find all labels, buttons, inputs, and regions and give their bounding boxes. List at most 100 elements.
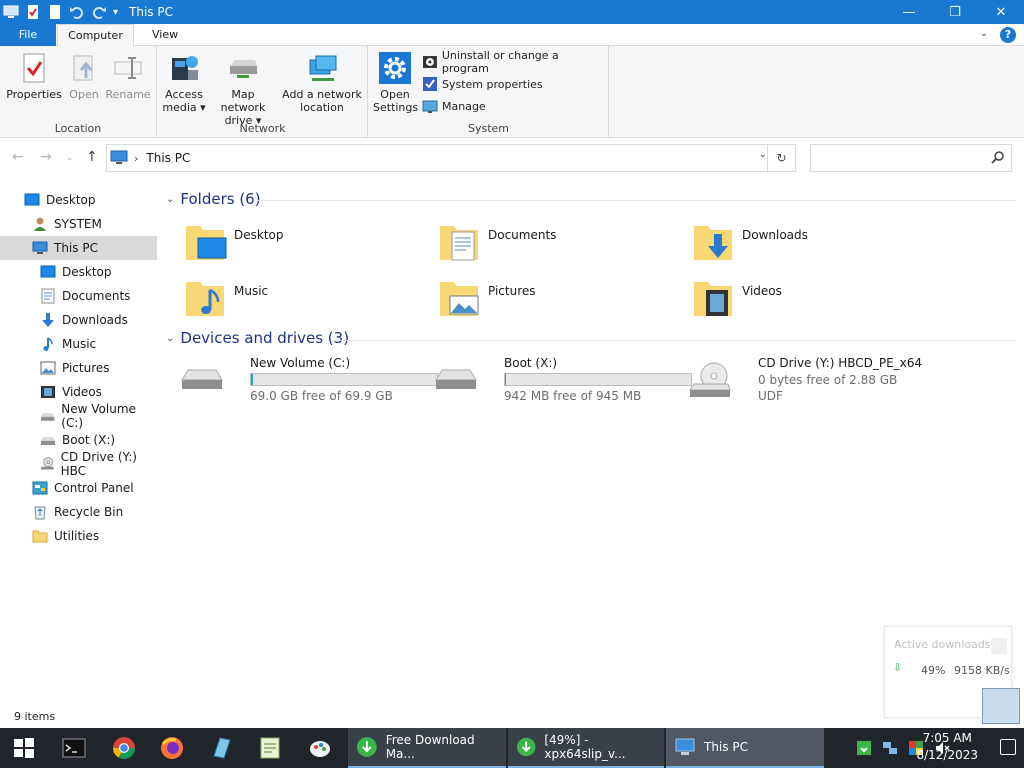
taskbar-clock[interactable]: 7:05 AM 8/12/2023 <box>916 730 978 764</box>
access-media-button[interactable]: Access media ▾ <box>162 52 206 114</box>
nav-system[interactable]: SYSTEM <box>0 212 157 236</box>
drive-free-space: 942 MB free of 945 MB <box>504 389 642 403</box>
close-icon: ✕ <box>995 4 1007 20</box>
folder-videos[interactable]: Videos <box>692 276 942 324</box>
taskbar-free-download-manager[interactable]: Free Download Ma... <box>348 728 506 768</box>
minimize-button[interactable]: — <box>886 0 932 24</box>
nav-control-panel[interactable]: Control Panel <box>0 476 157 500</box>
customize-toolbar-icon[interactable]: ▾ <box>113 7 118 18</box>
nav-label: Recycle Bin <box>54 505 124 519</box>
map-network-drive-button[interactable]: Map network drive ▾ <box>208 52 278 127</box>
forward-button[interactable]: → <box>40 149 52 165</box>
documents-folder-icon <box>440 226 478 261</box>
nav-documents[interactable]: Documents <box>0 284 157 308</box>
nav-label: Desktop <box>62 265 112 279</box>
properties-icon <box>23 53 45 83</box>
properties-button[interactable]: Properties <box>6 52 62 101</box>
breadcrumb-this-pc[interactable]: This PC <box>146 151 190 165</box>
tab-file[interactable]: File <box>0 24 56 46</box>
app-icon[interactable] <box>210 736 234 760</box>
nav-drive-c[interactable]: New Volume (C:) <box>0 402 157 430</box>
nav-desktop-root[interactable]: Desktop <box>0 188 157 212</box>
fdm-icon <box>356 737 377 757</box>
nav-videos[interactable]: Videos <box>0 380 157 404</box>
taskbar-download-progress[interactable]: [49%] - xpx64slip_v... <box>508 728 664 768</box>
folder-desktop[interactable]: Desktop <box>184 220 434 268</box>
computer-icon <box>32 241 48 254</box>
add-network-location-button[interactable]: Add a network location <box>280 52 364 114</box>
folder-downloads[interactable]: Downloads <box>692 220 942 268</box>
system-properties-button[interactable]: System properties <box>422 74 543 94</box>
windows-start-icon[interactable] <box>12 736 36 760</box>
open-button[interactable]: Open <box>66 52 102 101</box>
notepad-icon[interactable] <box>258 736 282 760</box>
nav-cd-drive-y[interactable]: CD Drive (Y:) HBC <box>0 450 157 478</box>
network-tray-icon[interactable] <box>882 740 898 756</box>
tab-view[interactable]: View <box>140 24 190 46</box>
folder-music[interactable]: Music <box>184 276 434 324</box>
manage-button[interactable]: Manage <box>422 96 486 116</box>
active-downloads-title: Active downloads <box>894 638 991 651</box>
folder-documents[interactable]: Documents <box>438 220 688 268</box>
nav-utilities[interactable]: Utilities <box>0 524 157 548</box>
computer-icon[interactable] <box>3 4 19 20</box>
drive-x[interactable]: Boot (X:) 942 MB free of 945 MB <box>434 356 692 406</box>
notifications-icon[interactable] <box>1000 739 1016 755</box>
pictures-icon <box>40 361 56 375</box>
tab-computer[interactable]: Computer <box>57 24 134 47</box>
nav-drive-x[interactable]: Boot (X:) <box>0 428 157 452</box>
redo-icon[interactable] <box>91 4 107 20</box>
drive-cd-y[interactable]: CD Drive (Y:) HBCD_PE_x64 0 bytes free o… <box>688 356 938 406</box>
paint-icon[interactable] <box>308 736 332 760</box>
open-icon <box>73 55 93 81</box>
nav-desktop[interactable]: Desktop <box>0 260 157 284</box>
folders-section-header[interactable]: ⌄ Folders (6) <box>166 190 261 208</box>
address-dropdown-icon[interactable]: ⌄ <box>759 149 767 160</box>
undo-icon[interactable] <box>69 4 85 20</box>
popup-close-icon[interactable] <box>991 638 1007 654</box>
firefox-icon[interactable] <box>160 736 184 760</box>
collapse-ribbon-icon[interactable]: ⌄ <box>980 28 988 39</box>
drive-c[interactable]: New Volume (C:) 69.0 GB free of 69.9 GB <box>180 356 438 406</box>
folder-pictures[interactable]: Pictures <box>438 276 688 324</box>
properties-icon[interactable] <box>25 4 41 20</box>
fdm-tray-icon[interactable] <box>856 740 872 756</box>
search-icon <box>991 151 1004 164</box>
folder-icon <box>32 530 48 543</box>
navigation-pane: Desktop SYSTEM This PC Desktop Documents… <box>0 180 157 710</box>
nav-this-pc[interactable]: This PC <box>0 236 157 260</box>
search-input[interactable] <box>810 144 1012 172</box>
drive-icon <box>40 413 55 421</box>
title-bar: ▾ This PC — ❐ ✕ <box>0 0 1024 24</box>
nav-music[interactable]: Music <box>0 332 157 356</box>
maximize-button[interactable]: ❐ <box>932 0 978 24</box>
help-icon[interactable]: ? <box>1000 27 1016 43</box>
address-bar[interactable]: › This PC ⌄ ↻ <box>106 144 796 172</box>
rename-button[interactable]: Rename <box>105 52 151 101</box>
nav-recycle-bin[interactable]: Recycle Bin <box>0 500 157 524</box>
uninstall-program-button[interactable]: Uninstall or change a program <box>422 49 608 75</box>
nav-pictures[interactable]: Pictures <box>0 356 157 380</box>
drive-name: CD Drive (Y:) HBCD_PE_x64 <box>758 356 923 370</box>
rename-label: Rename <box>105 88 151 101</box>
drive-free-space: 0 bytes free of 2.88 GB <box>758 373 898 387</box>
command-prompt-icon[interactable] <box>62 736 86 760</box>
videos-icon <box>41 386 55 398</box>
drive-filesystem: UDF <box>758 389 783 403</box>
up-button[interactable]: ↑ <box>86 149 98 165</box>
new-folder-icon[interactable] <box>47 4 63 20</box>
taskbar-this-pc[interactable]: This PC <box>666 728 824 768</box>
open-label: Open <box>69 88 99 101</box>
recent-locations-button[interactable]: ⌄ <box>66 153 74 163</box>
chevron-down-icon: ⌄ <box>66 153 74 163</box>
folders-section-title: Folders (6) <box>180 190 261 208</box>
close-button[interactable]: ✕ <box>978 0 1024 24</box>
back-button[interactable]: ← <box>12 149 24 165</box>
drives-section-header[interactable]: ⌄ Devices and drives (3) <box>166 329 349 347</box>
download-window-thumbnail-icon[interactable] <box>982 688 1020 724</box>
refresh-button[interactable]: ↻ <box>767 145 795 171</box>
chrome-icon[interactable] <box>112 736 136 760</box>
nav-label: Desktop <box>46 193 96 207</box>
nav-downloads[interactable]: Downloads <box>0 308 157 332</box>
open-settings-button[interactable]: Open Settings <box>373 52 418 114</box>
